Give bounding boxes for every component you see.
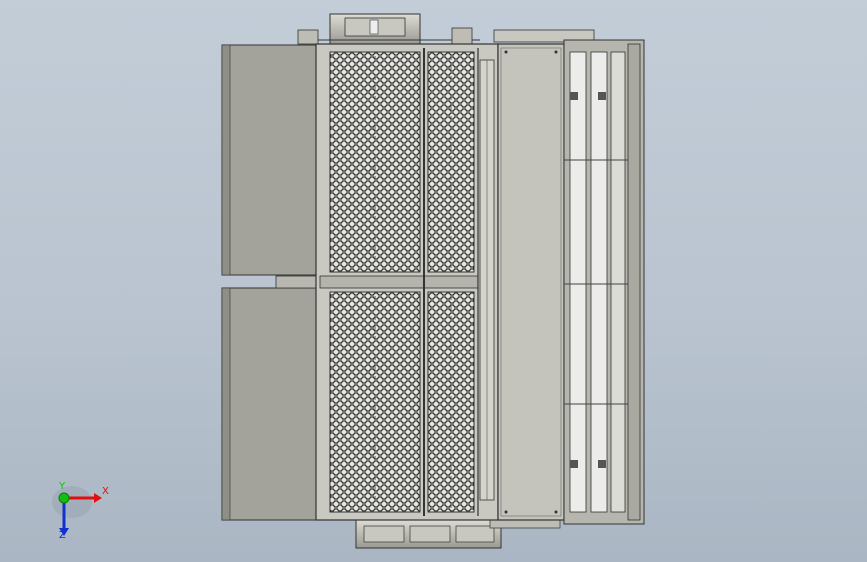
y-axis-label: Y <box>59 481 66 492</box>
coordinate-triad: X Y Z <box>48 481 118 546</box>
center-cover-plate[interactable] <box>497 43 565 521</box>
model-drawing[interactable] <box>0 0 867 562</box>
right-rollers[interactable] <box>563 39 645 525</box>
x-axis-label: X <box>102 486 109 497</box>
bottom-gearbox[interactable] <box>355 517 561 549</box>
graphics-viewport[interactable]: X Y Z <box>0 0 867 562</box>
top-gearbox[interactable] <box>297 13 595 45</box>
z-axis-label: Z <box>59 530 66 541</box>
